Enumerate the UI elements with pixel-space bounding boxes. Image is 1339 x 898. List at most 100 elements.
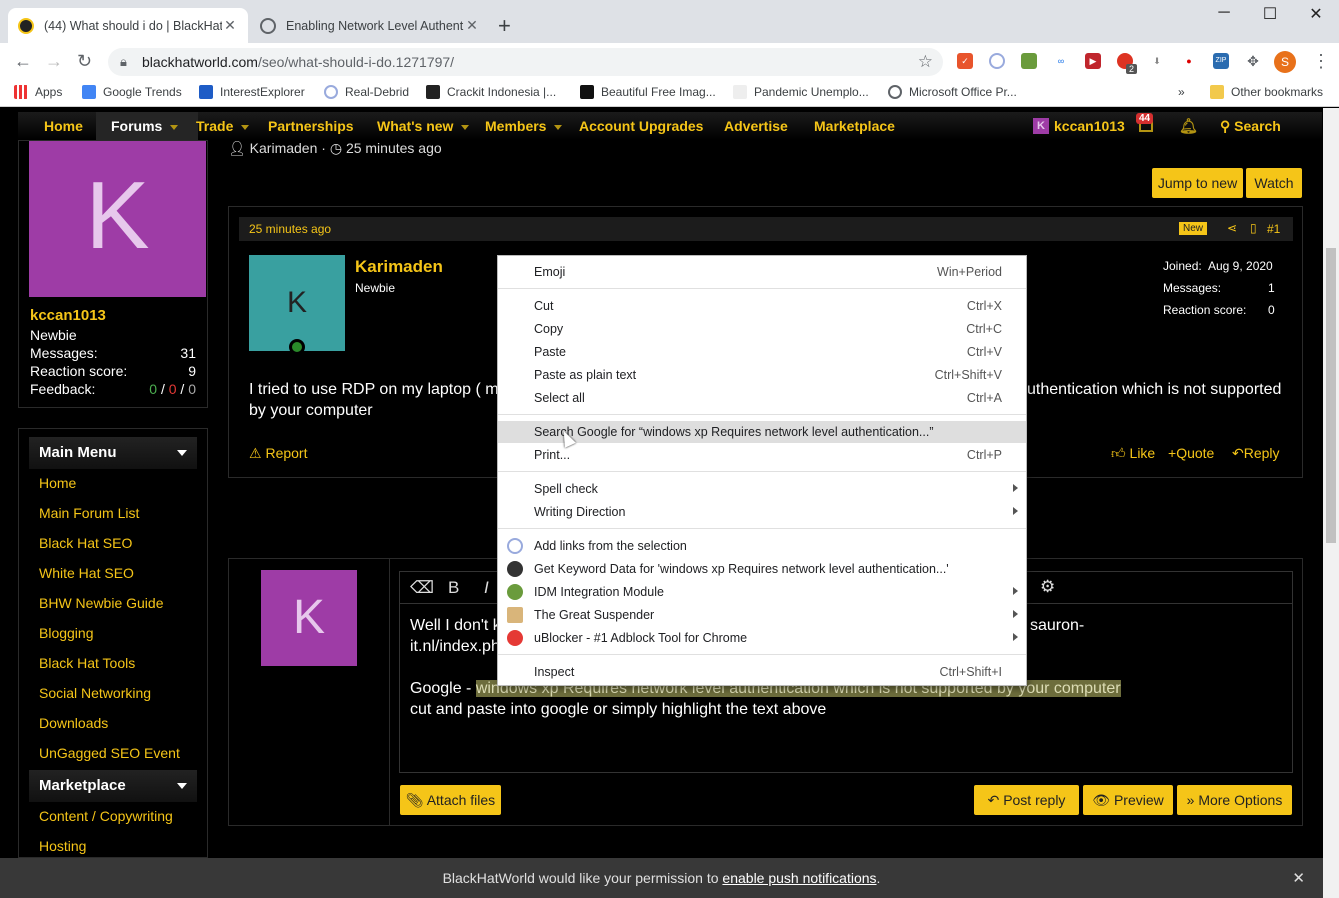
- profile-avatar[interactable]: S: [1274, 51, 1296, 73]
- chevron-down-icon[interactable]: [177, 783, 187, 789]
- menu-print[interactable]: Print... Ctrl+P: [498, 444, 1026, 466]
- close-window-button[interactable]: ✕: [1293, 4, 1339, 24]
- menu-paste[interactable]: Paste Ctrl+V: [498, 341, 1026, 363]
- tab-network-auth[interactable]: Enabling Network Level Authenti ✕: [250, 8, 490, 43]
- thread-time[interactable]: 25 minutes ago: [346, 140, 442, 156]
- menu-white-hat-seo[interactable]: White Hat SEO: [39, 565, 134, 581]
- chevron-down-icon[interactable]: [461, 124, 470, 130]
- bookmark-pandemic[interactable]: Pandemic Unemplo...: [733, 85, 869, 99]
- nav-search[interactable]: ⚲ Search: [1220, 118, 1281, 135]
- attach-files-button[interactable]: 📎︎ Attach files: [400, 785, 501, 815]
- bookmarks-overflow[interactable]: »: [1178, 85, 1185, 99]
- chevron-down-icon[interactable]: [170, 124, 179, 130]
- close-notice-icon[interactable]: ✕: [1292, 869, 1305, 887]
- scrollbar-thumb[interactable]: [1326, 248, 1336, 543]
- post-time[interactable]: 25 minutes ago: [249, 222, 331, 236]
- ext-zip-icon[interactable]: ZIP: [1213, 53, 1229, 69]
- thread-starter[interactable]: Karimaden: [250, 140, 318, 156]
- nav-advertise[interactable]: Advertise: [724, 118, 788, 134]
- eraser-icon[interactable]: ⌫: [410, 578, 434, 598]
- tab-blackhatworld[interactable]: (44) What should i do | BlackHatW ✕: [8, 8, 248, 43]
- close-tab-icon[interactable]: ✕: [464, 17, 480, 34]
- bookmark-crackit[interactable]: Crackit Indonesia |...: [426, 85, 556, 99]
- bookmark-real-debrid[interactable]: Real-Debrid: [324, 85, 409, 99]
- feedback-values[interactable]: 0 / 0 / 0: [149, 381, 196, 397]
- new-tab-button[interactable]: +: [498, 13, 511, 39]
- menu-emoji[interactable]: Emoji Win+Period: [498, 261, 1026, 283]
- bookmark-google-trends[interactable]: Google Trends: [82, 85, 182, 99]
- reload-icon[interactable]: ↻: [77, 51, 92, 72]
- reply-avatar[interactable]: K: [261, 570, 357, 666]
- menu-content-copywriting[interactable]: Content / Copywriting: [39, 808, 173, 824]
- close-tab-icon[interactable]: ✕: [222, 17, 238, 34]
- page-scrollbar[interactable]: [1323, 108, 1339, 898]
- nav-members[interactable]: Members: [485, 118, 563, 134]
- menu-black-hat-tools[interactable]: Black Hat Tools: [39, 655, 135, 671]
- bookmark-interestexplorer[interactable]: InterestExplorer: [199, 85, 305, 99]
- bookmark-beautiful-free-images[interactable]: Beautiful Free Imag...: [580, 85, 716, 99]
- nav-user-avatar[interactable]: K: [1033, 118, 1049, 134]
- address-bar[interactable]: 🔒︎ blackhatworld.com/seo/what-should-i-d…: [108, 48, 943, 76]
- menu-social-networking[interactable]: Social Networking: [39, 685, 151, 701]
- maximize-button[interactable]: ☐: [1247, 4, 1293, 24]
- like-link[interactable]: 👍︎ Like: [1111, 445, 1155, 462]
- bookmark-star-icon[interactable]: ☆: [918, 52, 933, 72]
- nav-whats-new[interactable]: What's new: [377, 118, 470, 134]
- sidebar-username[interactable]: kccan1013: [30, 307, 106, 324]
- menu-home[interactable]: Home: [39, 475, 76, 491]
- post-reply-button[interactable]: ↶ Post reply: [974, 785, 1079, 815]
- menu-select-all[interactable]: Select all Ctrl+A: [498, 387, 1026, 409]
- ext-dot-icon[interactable]: ●: [1181, 53, 1197, 69]
- menu-writing-direction[interactable]: Writing Direction: [498, 501, 1026, 523]
- ext-record-icon[interactable]: ▶: [1085, 53, 1101, 69]
- menu-paste-plain[interactable]: Paste as plain text Ctrl+Shift+V: [498, 364, 1026, 386]
- nav-account-upgrades[interactable]: Account Upgrades: [579, 118, 703, 134]
- menu-copy[interactable]: Copy Ctrl+C: [498, 318, 1026, 340]
- download-icon[interactable]: ⬇: [1149, 53, 1165, 69]
- menu-search-google[interactable]: Search Google for “windows xp Requires n…: [498, 421, 1026, 443]
- nav-partnerships[interactable]: Partnerships: [268, 118, 354, 134]
- chevron-down-icon[interactable]: [554, 124, 563, 130]
- bell-icon[interactable]: 🔔︎: [1179, 117, 1198, 135]
- preview-button[interactable]: 👁︎ Preview: [1083, 785, 1173, 815]
- bookmark-apps[interactable]: Apps: [14, 85, 62, 99]
- menu-black-hat-seo[interactable]: Black Hat SEO: [39, 535, 132, 551]
- post-number[interactable]: #1: [1267, 222, 1280, 236]
- reply-link[interactable]: ↶Reply: [1232, 445, 1280, 462]
- nav-trade[interactable]: Trade: [196, 118, 250, 134]
- menu-kebab-icon[interactable]: ⋮: [1312, 51, 1330, 72]
- menu-cut[interactable]: Cut Ctrl+X: [498, 295, 1026, 317]
- menu-keyword-data[interactable]: Get Keyword Data for 'windows xp Require…: [498, 558, 1026, 580]
- menu-main-forum-list[interactable]: Main Forum List: [39, 505, 139, 521]
- ext-idm-icon[interactable]: [1021, 53, 1037, 69]
- bookmark-microsoft-office[interactable]: Microsoft Office Pr...: [888, 85, 1017, 99]
- menu-blogging[interactable]: Blogging: [39, 625, 94, 641]
- ext-red-icon[interactable]: ✓: [957, 53, 973, 69]
- post-author-avatar[interactable]: K: [249, 255, 345, 351]
- ext-infinity-icon[interactable]: ∞: [1053, 53, 1069, 69]
- report-link[interactable]: ⚠ Report: [249, 445, 307, 462]
- nav-marketplace[interactable]: Marketplace: [814, 118, 895, 134]
- menu-spell-check[interactable]: Spell check: [498, 478, 1026, 500]
- forward-arrow-icon[interactable]: →: [45, 51, 63, 72]
- menu-hosting[interactable]: Hosting: [39, 838, 86, 854]
- share-icon[interactable]: ⋖: [1227, 221, 1237, 235]
- user-avatar[interactable]: K: [29, 141, 206, 297]
- quote-link[interactable]: +Quote: [1168, 445, 1214, 461]
- menu-inspect[interactable]: Inspect Ctrl+Shift+I: [498, 661, 1026, 683]
- menu-ublocker[interactable]: uBlocker - #1 Adblock Tool for Chrome: [498, 627, 1026, 649]
- nav-forums[interactable]: Forums: [111, 118, 179, 134]
- other-bookmarks[interactable]: Other bookmarks: [1210, 85, 1323, 99]
- menu-ungagged[interactable]: UnGagged SEO Event: [39, 745, 180, 761]
- enable-push-link[interactable]: enable push notifications: [722, 870, 876, 886]
- marketplace-header[interactable]: Marketplace: [29, 770, 197, 802]
- bookmark-icon[interactable]: ▯: [1250, 221, 1257, 235]
- menu-great-suspender[interactable]: The Great Suspender: [498, 604, 1026, 626]
- chevron-down-icon[interactable]: [241, 124, 250, 130]
- more-options-button[interactable]: » More Options: [1177, 785, 1292, 815]
- watch-button[interactable]: Watch: [1246, 168, 1302, 198]
- menu-idm[interactable]: IDM Integration Module: [498, 581, 1026, 603]
- chevron-down-icon[interactable]: [177, 450, 187, 456]
- nav-home[interactable]: Home: [44, 118, 83, 134]
- italic-button[interactable]: I: [484, 578, 489, 598]
